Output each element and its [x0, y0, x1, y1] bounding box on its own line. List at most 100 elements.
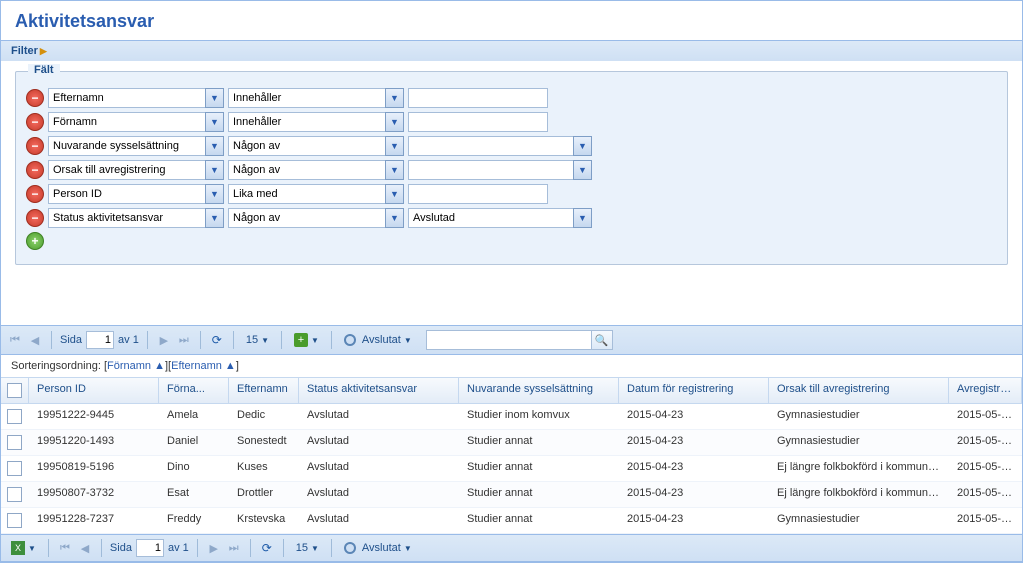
- filter-value-input[interactable]: [408, 88, 548, 108]
- dropdown-trigger[interactable]: ▼: [385, 88, 404, 108]
- remove-filter-button[interactable]: −: [26, 209, 44, 227]
- dropdown-trigger[interactable]: ▼: [205, 184, 224, 204]
- dropdown-trigger[interactable]: ▼: [205, 112, 224, 132]
- cell-fornamn: Freddy: [159, 508, 229, 533]
- filter-operator-select[interactable]: [228, 160, 385, 180]
- page-number-input[interactable]: [136, 539, 164, 557]
- dropdown-trigger[interactable]: ▼: [573, 160, 592, 180]
- person-icon: [344, 334, 356, 346]
- status-filter-dropdown[interactable]: Avslutat ▼: [340, 333, 416, 347]
- next-page-button[interactable]: ▶: [206, 540, 222, 556]
- table-row[interactable]: 19951222-9445AmelaDedicAvslutadStudier i…: [1, 404, 1022, 430]
- refresh-button[interactable]: ⟳: [259, 540, 275, 556]
- cell-orsak: Ej längre folkbokförd i kommunen: [769, 456, 949, 481]
- export-excel-button[interactable]: X▼: [7, 540, 40, 556]
- dropdown-trigger[interactable]: ▼: [385, 160, 404, 180]
- col-fornamn[interactable]: Förna...: [159, 378, 229, 403]
- add-filter-button[interactable]: +: [26, 232, 44, 250]
- cell-datum-reg: 2015-04-23: [619, 482, 769, 507]
- refresh-button[interactable]: ⟳: [209, 332, 225, 348]
- col-efternamn[interactable]: Efternamn: [229, 378, 299, 403]
- page-of-label: av 1: [118, 334, 139, 346]
- dropdown-trigger[interactable]: ▼: [205, 208, 224, 228]
- sort-field-1[interactable]: Förnamn ▲: [107, 360, 165, 372]
- col-sysselsattning[interactable]: Nuvarande sysselsättning: [459, 378, 619, 403]
- filter-panel-header[interactable]: Filter▶: [1, 40, 1022, 61]
- filter-field-select[interactable]: [48, 88, 205, 108]
- status-filter-dropdown[interactable]: Avslutat ▼: [340, 541, 416, 555]
- page-number-input[interactable]: [86, 331, 114, 349]
- col-orsak[interactable]: Orsak till avregistrering: [769, 378, 949, 403]
- col-datum-reg[interactable]: Datum för registrering: [619, 378, 769, 403]
- status-filter-value: Avslutat: [362, 542, 401, 554]
- dropdown-trigger[interactable]: ▼: [573, 208, 592, 228]
- filter-operator-select[interactable]: [228, 184, 385, 204]
- per-page-dropdown[interactable]: 15▼: [292, 541, 323, 555]
- remove-filter-button[interactable]: −: [26, 185, 44, 203]
- dropdown-trigger[interactable]: ▼: [385, 136, 404, 156]
- last-page-button[interactable]: ⏭: [226, 540, 242, 556]
- cell-datum-reg: 2015-04-23: [619, 508, 769, 533]
- prev-page-button[interactable]: ◀: [77, 540, 93, 556]
- row-checkbox[interactable]: [1, 430, 29, 455]
- filter-field-select[interactable]: [48, 136, 205, 156]
- dropdown-trigger[interactable]: ▼: [573, 136, 592, 156]
- filter-field-select[interactable]: [48, 160, 205, 180]
- col-person-id[interactable]: Person ID: [29, 378, 159, 403]
- dropdown-trigger[interactable]: ▼: [205, 160, 224, 180]
- dropdown-trigger[interactable]: ▼: [385, 112, 404, 132]
- filter-value-input[interactable]: [408, 184, 548, 204]
- remove-filter-button[interactable]: −: [26, 113, 44, 131]
- page-title: Aktivitetsansvar: [1, 1, 1022, 40]
- select-all-checkbox[interactable]: [1, 378, 29, 403]
- filter-value-select[interactable]: [408, 136, 573, 156]
- table-row[interactable]: 19950819-5196DinoKusesAvslutadStudier an…: [1, 456, 1022, 482]
- search-button[interactable]: 🔍: [591, 330, 613, 350]
- row-checkbox[interactable]: [1, 404, 29, 429]
- cell-fornamn: Amela: [159, 404, 229, 429]
- chevron-down-icon: ▼: [261, 336, 269, 345]
- filter-operator-select[interactable]: [228, 208, 385, 228]
- filter-value-input[interactable]: [408, 112, 548, 132]
- chevron-down-icon: ▼: [311, 544, 319, 553]
- table-row[interactable]: 19951228-7237FreddyKrstevskaAvslutadStud…: [1, 508, 1022, 534]
- table-row[interactable]: 19950807-3732EsatDrottlerAvslutadStudier…: [1, 482, 1022, 508]
- dropdown-trigger[interactable]: ▼: [205, 136, 224, 156]
- first-page-button[interactable]: ⏮: [7, 332, 23, 348]
- first-page-button[interactable]: ⏮: [57, 540, 73, 556]
- dropdown-trigger[interactable]: ▼: [385, 208, 404, 228]
- search-input[interactable]: [426, 330, 591, 350]
- remove-filter-button[interactable]: −: [26, 161, 44, 179]
- dropdown-trigger[interactable]: ▼: [205, 88, 224, 108]
- add-button[interactable]: +▼: [290, 332, 323, 348]
- filter-field-select[interactable]: [48, 112, 205, 132]
- filter-field-select[interactable]: [48, 184, 205, 204]
- filter-field-select[interactable]: [48, 208, 205, 228]
- remove-filter-button[interactable]: −: [26, 137, 44, 155]
- remove-filter-button[interactable]: −: [26, 89, 44, 107]
- row-checkbox[interactable]: [1, 508, 29, 533]
- row-checkbox[interactable]: [1, 482, 29, 507]
- grid-header: Person ID Förna... Efternamn Status akti…: [1, 377, 1022, 404]
- cell-avreg-datum: 2015-05-05: [949, 508, 1022, 533]
- filter-value-select[interactable]: [408, 160, 573, 180]
- cell-datum-reg: 2015-04-23: [619, 404, 769, 429]
- dropdown-trigger[interactable]: ▼: [385, 184, 404, 204]
- next-page-button[interactable]: ▶: [156, 332, 172, 348]
- row-checkbox[interactable]: [1, 456, 29, 481]
- cell-orsak: Ej längre folkbokförd i kommunen: [769, 482, 949, 507]
- per-page-dropdown[interactable]: 15▼: [242, 333, 273, 347]
- last-page-button[interactable]: ⏭: [176, 332, 192, 348]
- filter-operator-select[interactable]: [228, 136, 385, 156]
- sort-prefix: Sorteringsordning: [: [11, 360, 107, 372]
- col-avreg-datum[interactable]: Avregistrerad datum: [949, 378, 1022, 403]
- prev-page-button[interactable]: ◀: [27, 332, 43, 348]
- filter-operator-select[interactable]: [228, 112, 385, 132]
- table-row[interactable]: 19951220-1493DanielSonestedtAvslutadStud…: [1, 430, 1022, 456]
- filter-value-select[interactable]: [408, 208, 573, 228]
- filter-operator-select[interactable]: [228, 88, 385, 108]
- col-status[interactable]: Status aktivitetsansvar: [299, 378, 459, 403]
- cell-datum-reg: 2015-04-23: [619, 430, 769, 455]
- cell-avreg-datum: 2015-05-05: [949, 482, 1022, 507]
- sort-field-2[interactable]: Efternamn ▲: [171, 360, 236, 372]
